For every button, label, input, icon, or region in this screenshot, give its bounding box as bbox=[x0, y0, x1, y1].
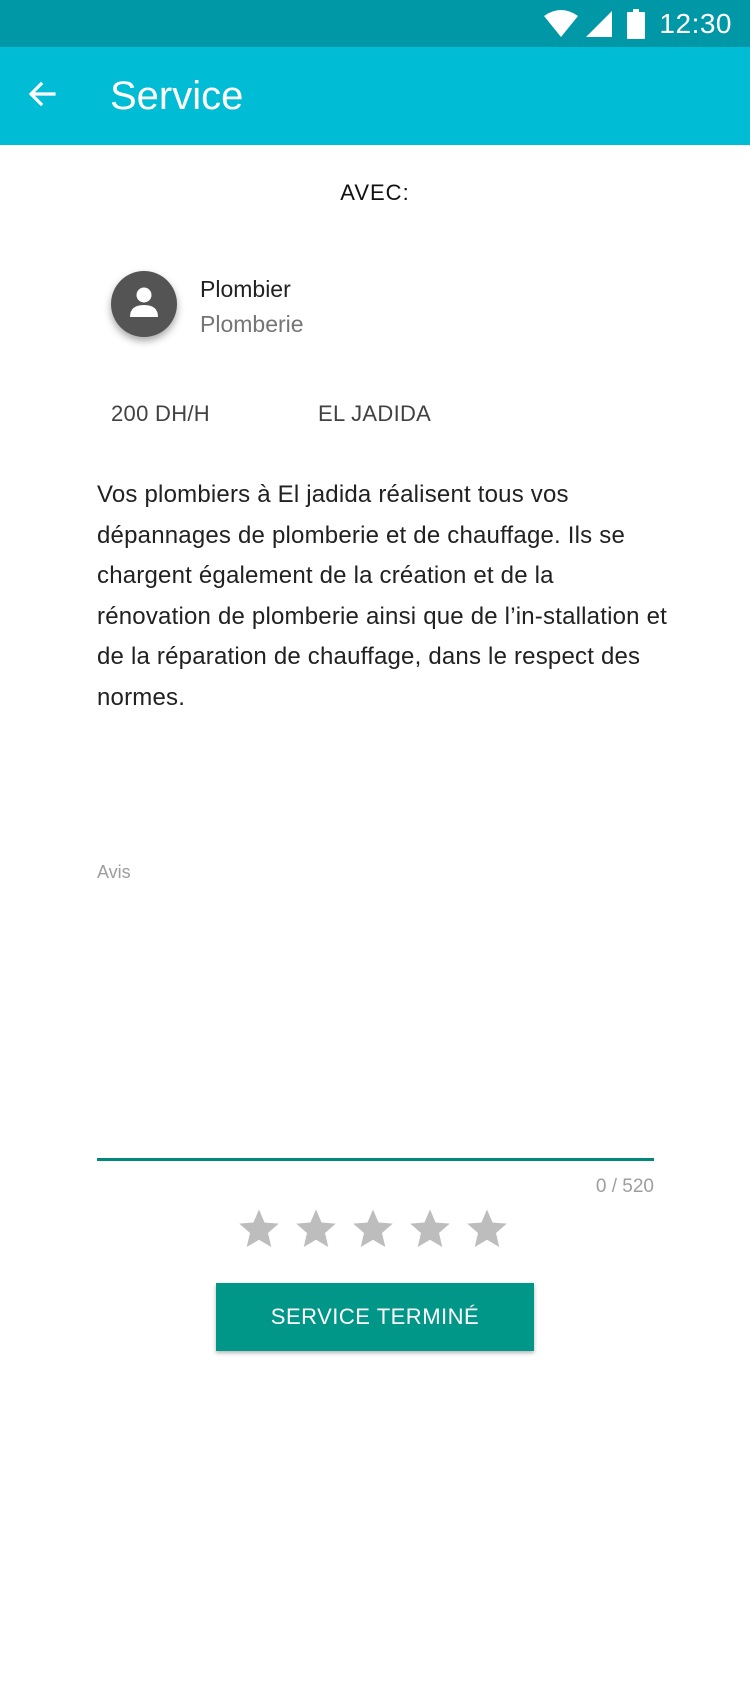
character-counter: 0 / 520 bbox=[595, 1176, 654, 1197]
hourly-rate: 200 DH/H bbox=[111, 401, 210, 426]
status-bar: 12:30 bbox=[0, 0, 750, 47]
cell-signal-icon bbox=[585, 10, 613, 38]
status-time: 12:30 bbox=[659, 7, 732, 39]
with-label: AVEC: bbox=[340, 180, 410, 205]
service-done-button[interactable]: SERVICE TERMINÉ bbox=[216, 1283, 534, 1351]
review-input[interactable] bbox=[97, 890, 654, 1158]
back-button[interactable] bbox=[18, 72, 66, 120]
provider-category: Plomberie bbox=[200, 311, 304, 337]
star-icon[interactable] bbox=[293, 1206, 339, 1252]
service-description: Vos plombiers à El jadida réalisent tous… bbox=[97, 481, 668, 711]
review-label: Avis bbox=[97, 862, 131, 882]
city: EL JADIDA bbox=[318, 401, 432, 426]
star-icon[interactable] bbox=[464, 1206, 510, 1252]
battery-icon bbox=[627, 8, 646, 39]
provider-name: Plombier bbox=[200, 276, 291, 302]
avatar bbox=[111, 271, 177, 337]
rating-stars bbox=[236, 1206, 521, 1252]
status-icons: 12:30 bbox=[543, 0, 732, 47]
star-icon[interactable] bbox=[350, 1206, 396, 1252]
star-icon[interactable] bbox=[236, 1206, 282, 1252]
person-icon bbox=[129, 286, 159, 323]
page-title: Service bbox=[110, 74, 244, 118]
review-input-underline bbox=[97, 1158, 654, 1161]
wifi-icon bbox=[543, 9, 579, 38]
star-icon[interactable] bbox=[407, 1206, 453, 1252]
app-bar: Service bbox=[0, 47, 750, 145]
arrow-left-icon bbox=[26, 78, 58, 115]
